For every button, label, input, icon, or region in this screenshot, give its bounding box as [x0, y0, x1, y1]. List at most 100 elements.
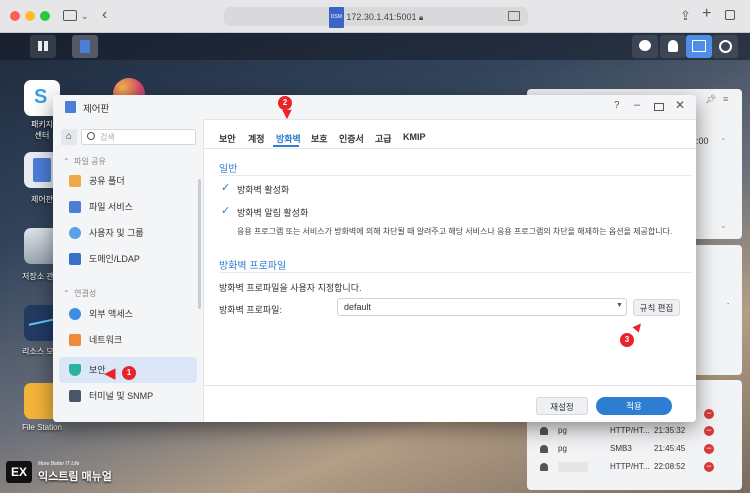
file-station-label: File Station — [21, 423, 63, 432]
tab-active-indicator — [273, 145, 299, 147]
search-placeholder: 검색 — [100, 133, 115, 142]
enable-firewall-notify-label: 방화벽 알림 활성화 — [237, 208, 309, 218]
disconnect-button[interactable]: − — [704, 426, 714, 436]
address-bar[interactable]: DSM 172.30.1.41:5001 🔒︎ — [224, 7, 528, 28]
widgets-button[interactable] — [686, 35, 712, 58]
minimize-window-button[interactable] — [25, 11, 35, 21]
minimize-icon[interactable]: – — [634, 99, 640, 111]
disconnect-button[interactable]: − — [704, 462, 714, 472]
maximize-icon[interactable] — [654, 103, 664, 111]
search-icon — [87, 132, 95, 140]
profile-select[interactable]: default ▼ — [337, 298, 627, 316]
taskbar-control-panel[interactable] — [72, 35, 98, 58]
tab-kmip[interactable]: KMIP — [403, 132, 426, 142]
profile-description: 방화벽 프로파일을 사용자 지정합니다. — [219, 283, 362, 293]
window-title: 제어판 — [83, 104, 110, 115]
tab-firewall[interactable]: 방화벽 — [276, 132, 301, 145]
external-access-icon — [69, 308, 81, 320]
status-text-fragment: . — [727, 297, 730, 306]
table-row: HTTP/HT... 22:08:52 − — [536, 458, 740, 476]
reset-button[interactable]: 재설정 — [536, 397, 588, 415]
network-icon — [69, 334, 81, 346]
search-icon — [719, 40, 732, 53]
enable-firewall-notify-checkbox[interactable]: ✓ — [221, 206, 231, 217]
url-text: 172.30.1.41:5001 — [346, 11, 417, 22]
zoom-window-button[interactable] — [40, 11, 50, 21]
messages-button[interactable] — [632, 35, 658, 58]
enable-firewall-label: 방화벽 활성화 — [237, 185, 290, 195]
tab-overview-icon[interactable] — [725, 10, 735, 20]
sidebar-item-terminal-snmp[interactable]: 터미널 및 SNMP — [59, 384, 197, 408]
user-icon — [540, 445, 548, 453]
shield-icon — [69, 364, 81, 376]
disconnect-button[interactable]: − — [704, 444, 714, 454]
home-icon: ⌂ — [65, 131, 73, 142]
grid-icon — [38, 41, 48, 51]
tab-account[interactable]: 계정 — [248, 132, 265, 145]
control-panel-icon — [80, 40, 90, 53]
chat-icon — [639, 40, 651, 51]
tab-certificate[interactable]: 인증서 — [339, 132, 364, 145]
sidebar-scrollbar[interactable] — [198, 179, 201, 309]
browser-toolbar: ⌄ ‹ DSM 172.30.1.41:5001 🔒︎ ⇪ + — [0, 0, 750, 33]
chevron-up-icon[interactable]: ⌃ — [720, 137, 727, 146]
sidebar-item-file-services[interactable]: 파일 서비스 — [59, 195, 197, 219]
chevron-down-icon[interactable]: ⌄ — [720, 221, 727, 230]
pin-icon[interactable]: 📌︎ — [705, 94, 716, 105]
search-input[interactable]: 검색 — [81, 129, 196, 145]
section-connectivity[interactable]: ⌃ 연결성 — [63, 288, 96, 299]
table-row: pg HTTP/HT... 21:35:32 − — [536, 422, 740, 440]
dropdown-arrow-icon: ▼ — [616, 302, 623, 309]
disconnect-button[interactable]: − — [704, 409, 714, 419]
home-button[interactable]: ⌂ — [61, 129, 77, 145]
user-button[interactable] — [660, 35, 686, 58]
lock-icon: 🔒︎ — [418, 12, 424, 22]
annotation-arrow-down-icon: ▼ — [279, 106, 295, 123]
tab-security[interactable]: 보안 — [219, 132, 236, 145]
enable-firewall-checkbox[interactable]: ✓ — [221, 183, 231, 194]
window-titlebar: 제어판 ? – ✕ — [53, 95, 696, 120]
section-file-share[interactable]: ⌃ 파일 공유 — [63, 156, 106, 167]
annotation-arrow-left-icon: ◀ — [104, 365, 116, 382]
tab-advanced[interactable]: 고급 — [375, 132, 392, 145]
folder-icon — [69, 175, 81, 187]
main-menu-button[interactable] — [30, 35, 56, 58]
domain-icon — [69, 253, 81, 265]
site-favicon: DSM — [328, 7, 344, 28]
share-icon[interactable]: ⇪ — [680, 9, 691, 22]
help-icon[interactable]: ? — [614, 100, 620, 111]
widget-menu-icon[interactable]: ≡ — [723, 94, 728, 104]
sidebar-toggle-icon[interactable] — [63, 10, 77, 21]
back-icon[interactable]: ‹ — [102, 7, 107, 23]
user-icon — [668, 40, 678, 52]
new-tab-icon[interactable]: + — [702, 6, 711, 22]
sidebar-item-external-access[interactable]: 외부 액세스 — [59, 302, 197, 326]
profile-section-title: 방화벽 프로파일 — [219, 261, 287, 272]
footer-divider — [203, 385, 696, 386]
general-section-title: 일반 — [219, 164, 238, 175]
tab-protection[interactable]: 보호 — [311, 132, 328, 145]
sidebar-item-users-groups[interactable]: 사용자 및 그룹 — [59, 221, 197, 245]
close-window-button[interactable] — [10, 11, 20, 21]
reader-icon[interactable] — [508, 11, 520, 21]
watermark-logo: EX — [6, 461, 32, 483]
users-icon — [69, 227, 81, 239]
table-row: pg SMB3 21:45:45 − — [536, 440, 740, 458]
sidebar-item-shared-folder[interactable]: 공유 폴더 — [59, 169, 197, 193]
close-icon[interactable]: ✕ — [675, 98, 685, 112]
apply-button[interactable]: 적용 — [596, 397, 672, 415]
control-panel-window: 제어판 ? – ✕ ⌂ 검색 ⌃ 파일 공유 공유 폴더 파일 서비스 사용자 … — [53, 95, 696, 422]
annotation-badge-1: 1 — [122, 366, 136, 380]
watermark-name: 익스트림 매뉴얼 — [38, 471, 112, 483]
annotation-badge-3: 3 — [620, 333, 634, 347]
widgets-icon — [692, 40, 706, 52]
sidebar-item-network[interactable]: 네트워크 — [59, 328, 197, 352]
user-icon — [540, 427, 548, 435]
search-button[interactable] — [712, 35, 738, 58]
edit-rules-button[interactable]: 규칙 편집 — [633, 299, 680, 316]
watermark-tagline: More Better IT Life — [38, 461, 80, 467]
chevron-down-icon[interactable]: ⌄ — [81, 10, 89, 23]
sidebar-item-domain-ldap[interactable]: 도메인/LDAP — [59, 247, 197, 271]
profile-select-value: default — [344, 302, 372, 312]
tab-divider — [203, 148, 696, 149]
